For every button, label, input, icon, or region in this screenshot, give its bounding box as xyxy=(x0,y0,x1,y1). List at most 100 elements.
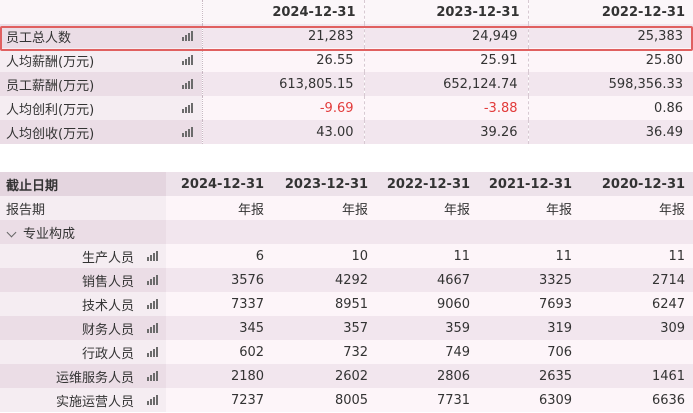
detail-cell: 2635 xyxy=(478,364,581,388)
detail-cell: 7693 xyxy=(478,292,581,316)
summary-cell: 26.55 xyxy=(202,48,364,72)
detail-cell: 345 xyxy=(166,316,273,340)
summary-table: 2024-12-31 2023-12-31 2022-12-31 员工总人数 2… xyxy=(0,0,693,144)
detail-cell: 11 xyxy=(580,244,693,268)
detail-row[interactable]: 行政人员 602 732 749 706 xyxy=(0,340,693,364)
detail-cell: 602 xyxy=(166,340,273,364)
detail-cell: 6636 xyxy=(580,388,693,412)
summary-cell: 36.49 xyxy=(527,120,693,144)
detail-year: 2024-12-31 xyxy=(166,172,273,196)
detail-cell: 8005 xyxy=(272,388,377,412)
detail-row[interactable]: 技术人员 7337 8951 9060 7693 6247 xyxy=(0,292,693,316)
detail-year: 2023-12-31 xyxy=(272,172,377,196)
summary-year-1: 2023-12-31 xyxy=(363,0,528,24)
chevron-down-icon[interactable] xyxy=(6,227,17,238)
detail-cell: 6247 xyxy=(580,292,693,316)
summary-row-avg-pay[interactable]: 人均薪酬(万元) 26.55 25.91 25.80 xyxy=(0,48,693,72)
detail-cell: 8951 xyxy=(272,292,377,316)
detail-group-toggle[interactable]: 专业构成 xyxy=(0,220,167,244)
bar-chart-icon[interactable] xyxy=(147,323,159,333)
detail-row-label: 技术人员 xyxy=(40,292,140,316)
summary-cell: 25.80 xyxy=(527,48,693,72)
detail-header-row: 截止日期 2024-12-31 2023-12-31 2022-12-31 20… xyxy=(0,172,693,196)
detail-row-label: 生产人员 xyxy=(40,244,140,268)
bar-chart-icon[interactable] xyxy=(181,55,194,65)
summary-row-total-staff[interactable]: 员工总人数 21,283 24,949 25,383 xyxy=(0,24,693,48)
detail-cell: 2714 xyxy=(580,268,693,292)
summary-header-blank-icon xyxy=(165,0,203,24)
detail-cell: 年报 xyxy=(580,196,693,220)
detail-year: 2021-12-31 xyxy=(478,172,581,196)
summary-cell: 21,283 xyxy=(202,24,364,48)
detail-cell: 7237 xyxy=(166,388,273,412)
detail-cell xyxy=(580,340,693,364)
bar-chart-icon[interactable] xyxy=(147,347,159,357)
summary-cell: 43.00 xyxy=(202,120,364,144)
summary-cell: 613,805.15 xyxy=(202,72,364,96)
detail-row[interactable]: 实施运营人员 7237 8005 7731 6309 6636 xyxy=(0,388,693,412)
summary-row-label: 员工薪酬(万元) xyxy=(0,72,165,96)
summary-cell-negative: -3.88 xyxy=(363,96,528,120)
detail-year: 2022-12-31 xyxy=(376,172,479,196)
detail-row-label: 运维服务人员 xyxy=(40,364,140,388)
detail-row[interactable]: 财务人员 345 357 359 319 309 xyxy=(0,316,693,340)
detail-cell: 年报 xyxy=(376,196,479,220)
bar-chart-icon[interactable] xyxy=(147,275,159,285)
bar-chart-icon[interactable] xyxy=(181,79,194,89)
summary-row-label: 人均薪酬(万元) xyxy=(0,48,165,72)
detail-cell: 2180 xyxy=(166,364,273,388)
detail-table: 截止日期 2024-12-31 2023-12-31 2022-12-31 20… xyxy=(0,172,693,412)
summary-row-label: 员工总人数 xyxy=(0,24,165,48)
detail-cell: 3325 xyxy=(478,268,581,292)
detail-group-label: 专业构成 xyxy=(23,226,76,242)
summary-row-total-pay[interactable]: 员工薪酬(万元) 613,805.15 652,124.74 598,356.3… xyxy=(0,72,693,96)
detail-row[interactable]: 生产人员 6 10 11 11 11 xyxy=(0,244,693,268)
summary-year-2: 2022-12-31 xyxy=(527,0,693,24)
summary-cell: 25,383 xyxy=(527,24,693,48)
detail-report-label: 报告期 xyxy=(0,196,167,220)
bar-chart-icon[interactable] xyxy=(147,371,159,381)
detail-cell: 319 xyxy=(478,316,581,340)
detail-cell: 年报 xyxy=(478,196,581,220)
summary-cell: 598,356.33 xyxy=(527,72,693,96)
detail-group-row[interactable]: 专业构成 xyxy=(0,220,693,244)
detail-cell: 年报 xyxy=(272,196,377,220)
detail-cell: 9060 xyxy=(376,292,479,316)
detail-header-label: 截止日期 xyxy=(0,172,167,196)
bar-chart-icon[interactable] xyxy=(147,395,159,405)
bar-chart-icon[interactable] xyxy=(147,251,159,261)
detail-cell: 732 xyxy=(272,340,377,364)
detail-cell: 6309 xyxy=(478,388,581,412)
detail-cell: 4292 xyxy=(272,268,377,292)
summary-row-label: 人均创利(万元) xyxy=(0,96,165,120)
summary-row-profit-per-capita[interactable]: 人均创利(万元) -9.69 -3.88 0.86 xyxy=(0,96,693,120)
detail-cell: 2602 xyxy=(272,364,377,388)
detail-cell: 11 xyxy=(376,244,479,268)
detail-cell: 706 xyxy=(478,340,581,364)
detail-cell: 7337 xyxy=(166,292,273,316)
detail-cell: 1461 xyxy=(580,364,693,388)
detail-cell: 309 xyxy=(580,316,693,340)
bar-chart-icon[interactable] xyxy=(181,103,194,113)
detail-row[interactable]: 运维服务人员 2180 2602 2806 2635 1461 xyxy=(0,364,693,388)
detail-cell: 357 xyxy=(272,316,377,340)
detail-row[interactable]: 销售人员 3576 4292 4667 3325 2714 xyxy=(0,268,693,292)
summary-cell: 24,949 xyxy=(363,24,528,48)
detail-report-row: 报告期 年报 年报 年报 年报 年报 xyxy=(0,196,693,220)
bar-chart-icon[interactable] xyxy=(181,31,194,41)
table-gap xyxy=(0,144,693,172)
summary-header-blank xyxy=(0,0,165,24)
summary-row-label: 人均创收(万元) xyxy=(0,120,165,144)
detail-cell: 749 xyxy=(376,340,479,364)
detail-row-label: 实施运营人员 xyxy=(40,388,140,412)
bar-chart-icon[interactable] xyxy=(181,127,194,137)
summary-year-0: 2024-12-31 xyxy=(202,0,364,24)
summary-row-revenue-per-capita[interactable]: 人均创收(万元) 43.00 39.26 36.49 xyxy=(0,120,693,144)
summary-cell: 25.91 xyxy=(363,48,528,72)
detail-cell: 年报 xyxy=(166,196,273,220)
detail-row-label: 财务人员 xyxy=(40,316,140,340)
detail-year: 2020-12-31 xyxy=(580,172,693,196)
detail-row-label: 行政人员 xyxy=(40,340,140,364)
summary-cell: 39.26 xyxy=(363,120,528,144)
bar-chart-icon[interactable] xyxy=(147,299,159,309)
